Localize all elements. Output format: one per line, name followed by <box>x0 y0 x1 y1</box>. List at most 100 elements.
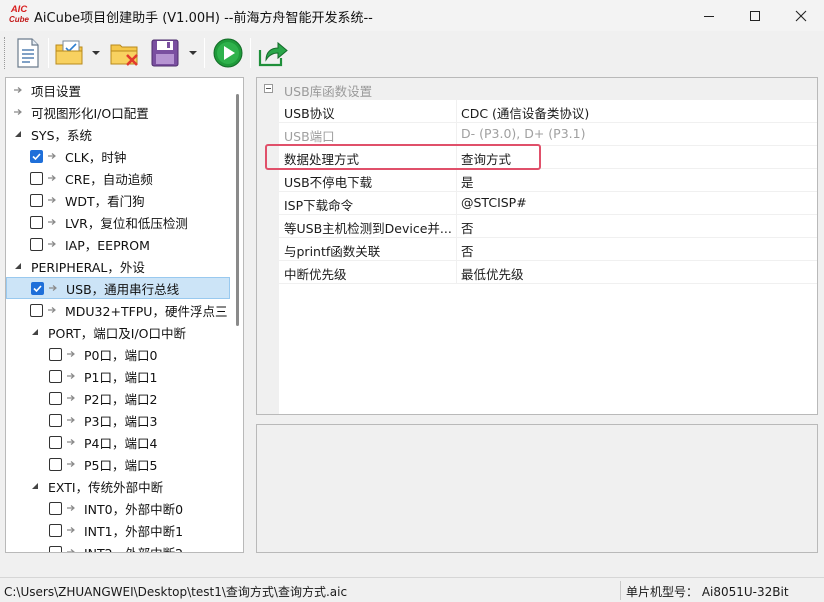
tree-item[interactable]: P0口，端口0 <box>6 343 230 365</box>
chevron-down-icon[interactable] <box>189 49 197 57</box>
maximize-button[interactable] <box>732 0 778 31</box>
export-button[interactable] <box>256 35 290 71</box>
minimize-button[interactable] <box>686 0 732 31</box>
tree-item[interactable]: USB，通用串行总线 <box>6 277 230 299</box>
tree-item[interactable]: INT1，外部中断1 <box>6 519 230 541</box>
property-value[interactable]: 否 <box>461 241 474 260</box>
property-row[interactable]: USB不停电下载 是 <box>279 169 817 192</box>
tree-checkbox[interactable] <box>30 215 43 229</box>
tree-item[interactable]: 项目设置 <box>6 79 230 101</box>
scrollbar-thumb[interactable] <box>236 94 239 326</box>
arrow-right-icon <box>66 371 76 381</box>
property-value[interactable]: CDC (通信设备类协议) <box>461 103 589 122</box>
tree-item[interactable]: P5口，端口5 <box>6 453 230 475</box>
tree-item-label: SYS，系统 <box>31 127 93 143</box>
tree-item[interactable]: WDT，看门狗 <box>6 189 230 211</box>
tree-checkbox[interactable] <box>31 281 44 295</box>
play-icon <box>213 38 243 68</box>
property-name: 等USB主机检测到Device并... <box>284 221 452 236</box>
tree-checkbox[interactable] <box>49 545 62 552</box>
tree-checkbox[interactable] <box>49 413 62 427</box>
column-divider <box>456 215 457 238</box>
arrow-right-icon <box>47 217 57 227</box>
tree-item[interactable]: SYS，系统 <box>6 123 230 145</box>
collapse-icon[interactable] <box>264 84 273 93</box>
tree-item[interactable]: MDU32+TFPU，硬件浮点三 <box>6 299 230 321</box>
open-project-button[interactable] <box>53 35 87 71</box>
tree-item[interactable]: CRE，自动追频 <box>6 167 230 189</box>
tree-item[interactable]: PORT，端口及I/O口中断 <box>6 321 230 343</box>
property-value[interactable]: 否 <box>461 218 474 237</box>
tree-checkbox[interactable] <box>49 501 62 515</box>
column-divider <box>456 238 457 261</box>
chevron-down-icon[interactable] <box>92 49 100 57</box>
tree-item[interactable]: LVR，复位和低压检测 <box>6 211 230 233</box>
tree-item-label: WDT，看门狗 <box>65 193 145 209</box>
expand-arrow-icon[interactable] <box>13 261 23 271</box>
save-project-button[interactable] <box>148 35 182 71</box>
tree-item[interactable]: P4口，端口4 <box>6 431 230 453</box>
arrow-right-icon <box>13 107 23 117</box>
property-row[interactable]: 中断优先级 最低优先级 <box>279 261 817 284</box>
tree-checkbox[interactable] <box>49 457 62 471</box>
arrow-right-icon <box>47 173 57 183</box>
arrow-right-icon <box>66 393 76 403</box>
property-row[interactable]: 等USB主机检测到Device并... 否 <box>279 215 817 238</box>
tree-checkbox[interactable] <box>49 347 62 361</box>
tree-item[interactable]: INT0，外部中断0 <box>6 497 230 519</box>
property-row[interactable]: ISP下载命令 @STCISP# <box>279 192 817 215</box>
tree-item[interactable]: P1口，端口1 <box>6 365 230 387</box>
title-bar: AIC Cube AiCube项目创建助手 (V1.00H) --前海方舟智能开… <box>0 0 824 31</box>
tree-checkbox[interactable] <box>49 369 62 383</box>
toolbar <box>0 31 824 75</box>
tree-checkbox[interactable] <box>30 149 43 163</box>
tree-checkbox[interactable] <box>30 237 43 251</box>
tree-item-label: P4口，端口4 <box>84 435 158 451</box>
tree-item[interactable]: P3口，端口3 <box>6 409 230 431</box>
tree-checkbox[interactable] <box>49 435 62 449</box>
property-value[interactable]: D- (P3.0), D+ (P3.1) <box>461 126 585 141</box>
export-icon <box>258 41 288 67</box>
maximize-icon <box>750 10 760 21</box>
property-value[interactable]: 最低优先级 <box>461 264 524 283</box>
tree-item[interactable]: EXTI，传统外部中断 <box>6 475 230 497</box>
property-value[interactable]: 是 <box>461 172 474 191</box>
property-category[interactable]: USB库函数设置 <box>257 78 817 100</box>
run-button[interactable] <box>210 35 246 71</box>
expand-arrow-icon[interactable] <box>13 129 23 139</box>
tree-checkbox[interactable] <box>30 193 43 207</box>
tree-item-label: MDU32+TFPU，硬件浮点三 <box>65 303 228 319</box>
arrow-right-icon <box>66 415 76 425</box>
property-row[interactable]: USB端口 D- (P3.0), D+ (P3.1) <box>279 123 817 146</box>
config-tree[interactable]: 项目设置 可视图形化I/O口配置 SYS，系统 CLK，时钟 CRE，自动追频 WDT，看… <box>5 77 244 553</box>
property-value[interactable]: @STCISP# <box>461 195 527 210</box>
property-name: 与printf函数关联 <box>284 244 381 259</box>
tree-checkbox[interactable] <box>49 391 62 405</box>
expand-arrow-icon[interactable] <box>30 481 40 491</box>
tree-checkbox[interactable] <box>30 171 43 185</box>
tree-item-label: IAP，EEPROM <box>65 237 150 253</box>
status-bar: C:\Users\ZHUANGWEI\Desktop\test1\查询方式\查询… <box>0 577 824 602</box>
check-icon <box>33 284 42 292</box>
tree-item[interactable]: P2口，端口2 <box>6 387 230 409</box>
toolbar-grip <box>4 37 7 69</box>
property-row[interactable]: 与printf函数关联 否 <box>279 238 817 261</box>
property-grid: USB库函数设置 USB协议 CDC (通信设备类协议) USB端口 D- (P3.0… <box>256 77 818 415</box>
close-button[interactable] <box>778 0 824 31</box>
tree-item[interactable]: PERIPHERAL，外设 <box>6 255 230 277</box>
tree-scrollbar[interactable] <box>231 78 243 552</box>
new-project-button[interactable] <box>12 35 44 71</box>
column-divider <box>456 169 457 192</box>
tree-item[interactable]: CLK，时钟 <box>6 145 230 167</box>
app-logo-icon: AIC Cube <box>9 4 29 25</box>
expand-arrow-icon[interactable] <box>30 327 40 337</box>
arrow-right-icon <box>47 195 57 205</box>
tree-item[interactable]: 可视图形化I/O口配置 <box>6 101 230 123</box>
column-divider <box>456 100 457 123</box>
tree-item[interactable]: IAP，EEPROM <box>6 233 230 255</box>
tree-checkbox[interactable] <box>49 523 62 537</box>
tree-item[interactable]: INT2，外部中断2 <box>6 541 230 552</box>
property-row[interactable]: USB协议 CDC (通信设备类协议) <box>279 100 817 123</box>
tree-checkbox[interactable] <box>30 303 43 317</box>
close-project-button[interactable] <box>108 35 142 71</box>
